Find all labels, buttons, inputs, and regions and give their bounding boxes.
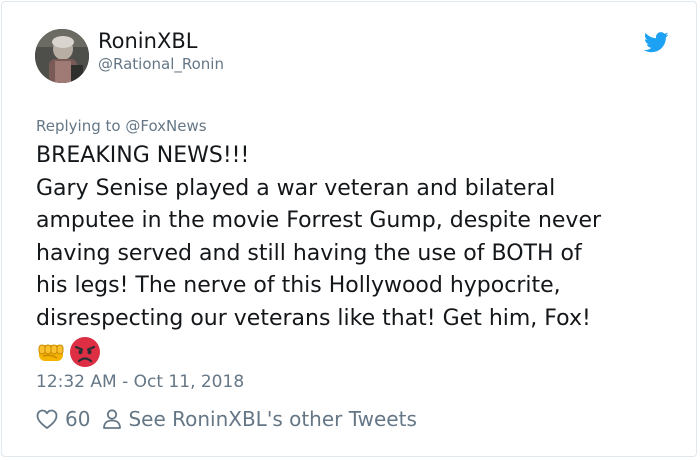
tweet-line: disrespecting our veterans like that! Ge…	[36, 305, 591, 331]
tweet-line: Gary Senise played a war veteran and bil…	[36, 175, 556, 201]
replying-to: Replying to @FoxNews	[36, 117, 207, 135]
tweet-text: BREAKING NEWS!!! Gary Senise played a wa…	[36, 140, 676, 336]
tweet-timestamp[interactable]: 12:32 AM - Oct 11, 2018	[36, 372, 244, 392]
avatar[interactable]	[35, 29, 89, 83]
tweet-line: BREAKING NEWS!!!	[36, 143, 250, 168]
angry-face-emoji	[70, 337, 100, 367]
reply-to-link[interactable]: @FoxNews	[125, 117, 206, 135]
tweet-line: his legs! The nerve of this Hollywood hy…	[36, 273, 561, 299]
tweet-line: having served and still having the use o…	[36, 240, 582, 266]
avatar-image	[35, 29, 89, 83]
fist-emoji	[38, 344, 64, 361]
twitter-bird-icon[interactable]	[644, 32, 669, 53]
person-icon[interactable]	[100, 407, 124, 431]
like-count[interactable]: 60	[65, 407, 90, 431]
tweet-line: amputee in the movie Forrest Gump, despi…	[36, 208, 602, 234]
replying-prefix: Replying to	[36, 117, 121, 135]
author-display-name[interactable]: RoninXBL	[98, 29, 197, 53]
heart-icon[interactable]	[35, 407, 59, 431]
emoji-row	[35, 336, 101, 368]
tweet-actions: 60 See RoninXBL's other Tweets	[35, 405, 417, 433]
author-handle[interactable]: @Rational_Ronin	[98, 55, 224, 73]
other-tweets-link[interactable]: See RoninXBL's other Tweets	[128, 407, 416, 431]
tweet-card: RoninXBL @Rational_Ronin Replying to @Fo…	[1, 1, 697, 457]
